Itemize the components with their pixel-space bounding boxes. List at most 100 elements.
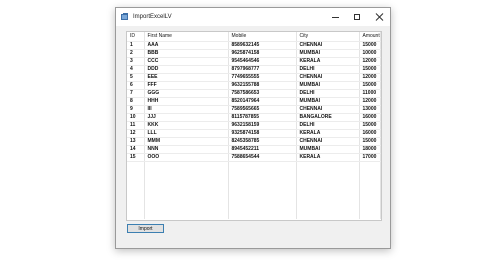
empty-row <box>127 168 381 176</box>
cell-id: 1 <box>127 41 145 50</box>
table-row[interactable]: 13 MMM 8245358785 CHENNAI 15000 <box>127 137 381 146</box>
cell-mobile: 8945452211 <box>228 145 297 154</box>
empty-cell <box>127 175 145 183</box>
empty-cell <box>296 161 360 169</box>
empty-cell <box>296 211 360 219</box>
empty-cell <box>127 182 145 191</box>
cell-amount: 15000 <box>359 41 381 50</box>
cell-amount: 16000 <box>359 129 381 138</box>
empty-cell <box>127 161 145 169</box>
empty-cell <box>296 190 360 198</box>
cell-mobile: 8520147964 <box>228 97 297 106</box>
cell-id: 13 <box>127 137 145 146</box>
empty-cell <box>228 211 297 219</box>
empty-row <box>127 190 381 198</box>
cell-first-name: AAA <box>144 41 229 50</box>
cell-amount: 12000 <box>359 73 381 82</box>
table-row[interactable]: 11 KKK 9632158159 DELHI 15000 <box>127 121 381 130</box>
cell-id: 8 <box>127 97 145 106</box>
empty-cell <box>359 168 381 176</box>
cell-city: BANGALORE <box>296 113 360 122</box>
empty-cell <box>127 204 145 212</box>
table-row[interactable]: 1 AAA 8589632145 CHENNAI 15000 <box>127 41 381 50</box>
table-row[interactable]: 9 III 7589565665 CHENNAI 13000 <box>127 105 381 114</box>
cell-amount: 11000 <box>359 89 381 98</box>
cell-id: 5 <box>127 73 145 82</box>
cell-amount: 18000 <box>359 145 381 154</box>
cell-city: MUMBAI <box>296 81 360 90</box>
cell-id: 14 <box>127 145 145 154</box>
empty-row <box>127 161 381 169</box>
cell-amount: 12000 <box>359 57 381 66</box>
empty-row <box>127 182 381 191</box>
cell-city: KERALA <box>296 129 360 138</box>
table-row[interactable]: 5 EEE 7749655555 CHENNAI 12000 <box>127 73 381 82</box>
cell-city: CHENNAI <box>296 73 360 82</box>
column-header-first-name[interactable]: First Name <box>144 32 229 42</box>
cell-first-name: BBB <box>144 49 229 58</box>
cell-first-name: GGG <box>144 89 229 98</box>
import-button[interactable]: Import <box>127 224 164 233</box>
column-header-city[interactable]: City <box>296 32 360 42</box>
table-row[interactable]: 15 OOO 7588654544 KERALA 17000 <box>127 153 381 162</box>
table-row[interactable]: 6 FFF 9632155788 MUMBAI 15000 <box>127 81 381 90</box>
empty-cell <box>228 168 297 176</box>
close-button[interactable] <box>368 8 390 26</box>
close-icon <box>375 13 383 21</box>
header-row: ID First Name Mobile City Amount <box>127 32 381 42</box>
cell-id: 4 <box>127 65 145 74</box>
table-row[interactable]: 14 NNN 8945452211 MUMBAI 18000 <box>127 145 381 154</box>
table-row[interactable]: 3 CCC 9545464546 KERALA 12000 <box>127 57 381 66</box>
app-icon <box>121 13 129 21</box>
cell-first-name: MMM <box>144 137 229 146</box>
empty-cell <box>296 182 360 191</box>
empty-cell <box>359 182 381 191</box>
empty-cell <box>228 161 297 169</box>
title-bar[interactable]: ImportExcelLV <box>116 8 390 26</box>
empty-cell <box>144 161 229 169</box>
cell-mobile: 8115787855 <box>228 113 297 122</box>
empty-cell <box>127 190 145 198</box>
maximize-icon <box>354 14 360 20</box>
window-title: ImportExcelLV <box>133 14 172 20</box>
empty-cell <box>228 204 297 212</box>
empty-cell <box>127 168 145 176</box>
cell-city: MUMBAI <box>296 49 360 58</box>
column-header-amount[interactable]: Amount <box>359 32 381 42</box>
data-list-view[interactable]: ID First Name Mobile City Amount 1 AAA 858… <box>126 31 382 221</box>
table-row[interactable]: 10 JJJ 8115787855 BANGALORE 16000 <box>127 113 381 122</box>
cell-city: DELHI <box>296 65 360 74</box>
minimize-button[interactable] <box>324 8 346 26</box>
table-row[interactable]: 8 HHH 8520147964 MUMBAI 12000 <box>127 97 381 106</box>
cell-id: 11 <box>127 121 145 130</box>
column-header-id[interactable]: ID <box>127 32 145 42</box>
empty-cell <box>296 204 360 212</box>
empty-cell <box>144 168 229 176</box>
table-row[interactable]: 7 GGG 7587586653 DELHI 11000 <box>127 89 381 98</box>
table-row[interactable]: 4 DDD 8797968777 DELHI 15000 <box>127 65 381 74</box>
cell-id: 15 <box>127 153 145 162</box>
empty-row <box>127 175 381 183</box>
empty-cell <box>228 197 297 205</box>
empty-cell <box>144 190 229 198</box>
empty-cell <box>359 197 381 205</box>
cell-first-name: NNN <box>144 145 229 154</box>
empty-row <box>127 204 381 212</box>
empty-cell <box>144 175 229 183</box>
cell-amount: 12000 <box>359 97 381 106</box>
maximize-button[interactable] <box>346 8 368 26</box>
cell-city: DELHI <box>296 121 360 130</box>
column-header-mobile[interactable]: Mobile <box>228 32 297 42</box>
cell-first-name: KKK <box>144 121 229 130</box>
cell-id: 10 <box>127 113 145 122</box>
cell-mobile: 8589632145 <box>228 41 297 50</box>
empty-cell <box>144 182 229 191</box>
empty-cell <box>144 204 229 212</box>
cell-mobile: 8797968777 <box>228 65 297 74</box>
cell-city: CHENNAI <box>296 41 360 50</box>
cell-amount: 15000 <box>359 137 381 146</box>
empty-cell <box>359 175 381 183</box>
table-row[interactable]: 2 BBB 9625874158 MUMBAI 10000 <box>127 49 381 58</box>
cell-amount: 10000 <box>359 49 381 58</box>
table-row[interactable]: 12 LLL 9325874158 KERALA 16000 <box>127 129 381 138</box>
